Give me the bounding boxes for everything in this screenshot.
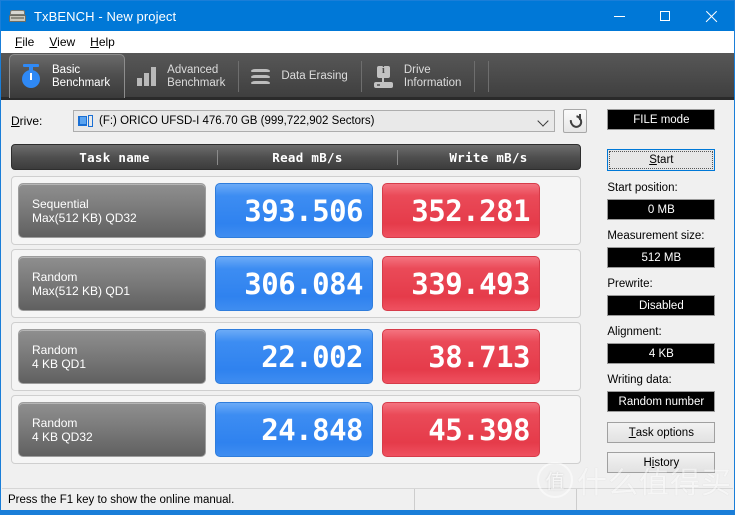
alignment-value[interactable]: 4 KB: [607, 343, 716, 364]
drive-label: Drive:: [11, 114, 43, 128]
write-value-cell: 38.713: [382, 329, 540, 384]
measurement-size-label: Measurement size:: [607, 230, 705, 242]
content-area: Drive: (F:) ORICO UFSD-I 476.70 GB (999,…: [1, 100, 734, 490]
alignment-label: Alignment:: [607, 326, 662, 338]
title-bar: TxBENCH - New project: [1, 1, 734, 31]
tab-advanced-benchmark[interactable]: Advanced Benchmark: [125, 56, 240, 97]
close-icon: [705, 10, 718, 23]
task-name-cell[interactable]: Random 4 KB QD32: [18, 402, 206, 457]
task-line2: 4 KB QD1: [32, 356, 87, 371]
read-value-cell: 22.002: [215, 329, 373, 384]
menu-help-rest: elp: [98, 34, 115, 49]
start-position-label: Start position:: [607, 182, 678, 194]
window-controls: [596, 1, 734, 31]
tab-label: Advanced Benchmark: [167, 63, 226, 89]
results-list: Sequential Max(512 KB) QD32 393.506 352.…: [11, 176, 581, 464]
table-row: Random 4 KB QD1 22.002 38.713: [11, 322, 581, 391]
results-header: Task name Read mB/s Write mB/s: [11, 144, 581, 170]
read-value-cell: 24.848: [215, 402, 373, 457]
task-line2: 4 KB QD32: [32, 429, 93, 444]
drive-label-rest: rive:: [19, 114, 43, 128]
refresh-drives-button[interactable]: [563, 109, 587, 133]
status-message: Press the F1 key to show the online manu…: [2, 488, 415, 511]
mode-display[interactable]: FILE mode: [607, 109, 716, 130]
menu-item-help[interactable]: Help: [84, 33, 124, 51]
measurement-size-value[interactable]: 512 MB: [607, 247, 716, 268]
tab-data-erasing[interactable]: Data Erasing: [239, 56, 362, 97]
prewrite-label: Prewrite:: [607, 278, 653, 290]
menu-item-view[interactable]: View: [43, 33, 84, 51]
refresh-icon: [567, 112, 585, 131]
txbench-window: TxBENCH - New project File View Help Bas…: [0, 0, 735, 515]
tab-drive-information[interactable]: Drive Information: [362, 56, 490, 97]
bar-chart-icon: [134, 64, 160, 90]
window-title: TxBENCH - New project: [34, 8, 177, 24]
drive-info-icon: [371, 64, 397, 90]
task-line2: Max(512 KB) QD32: [32, 210, 137, 225]
task-name-cell[interactable]: Sequential Max(512 KB) QD32: [18, 183, 206, 238]
tab-label: Drive Information: [403, 63, 462, 89]
task-options-rest: ask options: [635, 426, 694, 439]
table-row: Random Max(512 KB) QD1 306.084 339.493: [11, 249, 581, 318]
minimize-button[interactable]: [596, 1, 642, 31]
tab-basic-benchmark[interactable]: Basic Benchmark: [9, 54, 126, 98]
task-name-cell[interactable]: Random 4 KB QD1: [18, 329, 206, 384]
read-value-cell: 393.506: [215, 183, 373, 238]
prewrite-value[interactable]: Disabled: [607, 295, 716, 316]
app-icon: [9, 7, 27, 25]
task-name-cell[interactable]: Random Max(512 KB) QD1: [18, 256, 206, 311]
drive-selected-value: (F:) ORICO UFSD-I 476.70 GB (999,722,902…: [99, 115, 375, 127]
status-bar: Press the F1 key to show the online manu…: [2, 488, 733, 511]
status-panel-2: [415, 488, 577, 511]
status-panel-3: [577, 489, 733, 511]
menu-bar: File View Help: [1, 31, 734, 53]
erase-wave-icon: [248, 64, 274, 90]
close-button[interactable]: [688, 1, 734, 31]
stopwatch-icon: [19, 63, 45, 90]
read-value-cell: 306.084: [215, 256, 373, 311]
task-line1: Random: [32, 269, 78, 284]
table-row: Random 4 KB QD32 24.848 45.398: [11, 395, 581, 464]
menu-file-rest: ile: [22, 34, 35, 49]
task-line1: Random: [32, 342, 78, 357]
tab-label: Basic Benchmark: [52, 63, 111, 89]
window-bottom-edge: [1, 510, 734, 514]
writing-data-label: Writing data:: [607, 374, 672, 386]
history-rest: story: [654, 456, 680, 469]
maximize-button[interactable]: [642, 1, 688, 31]
history-button[interactable]: Hi story: [607, 452, 716, 473]
drive-selector-row: Drive: (F:) ORICO UFSD-I 476.70 GB (999,…: [11, 109, 607, 133]
start-button[interactable]: Start: [607, 149, 716, 171]
write-value-cell: 352.281: [382, 183, 540, 238]
task-line1: Random: [32, 415, 78, 430]
tab-strip: Basic Benchmark Advanced Benchmark Data …: [1, 53, 734, 100]
start-position-value[interactable]: 0 MB: [607, 199, 716, 220]
maximize-icon: [660, 11, 670, 21]
minimize-icon: [613, 15, 625, 17]
column-header-task: Task name: [79, 149, 150, 165]
write-value-cell: 45.398: [382, 402, 540, 457]
benchmark-pane: Drive: (F:) ORICO UFSD-I 476.70 GB (999,…: [1, 100, 607, 490]
task-options-button[interactable]: Task options: [607, 422, 716, 443]
table-row: Sequential Max(512 KB) QD32 393.506 352.…: [11, 176, 581, 245]
drive-select[interactable]: (F:) ORICO UFSD-I 476.70 GB (999,722,902…: [73, 110, 555, 132]
task-line1: Sequential: [32, 196, 89, 211]
task-line2: Max(512 KB) QD1: [32, 283, 131, 298]
menu-item-file[interactable]: File: [9, 33, 43, 51]
writing-data-value[interactable]: Random number: [607, 391, 716, 412]
options-sidebar: FILE mode Start Start position: 0 MB Mea…: [607, 100, 734, 490]
chevron-down-icon: [539, 117, 547, 125]
drive-icon: [78, 114, 94, 128]
tab-label: Data Erasing: [281, 70, 348, 82]
column-header-read: Read mB/s: [217, 149, 397, 165]
column-header-write: Write mB/s: [397, 149, 579, 165]
menu-view-rest: iew: [57, 34, 76, 49]
write-value-cell: 339.493: [382, 256, 540, 311]
